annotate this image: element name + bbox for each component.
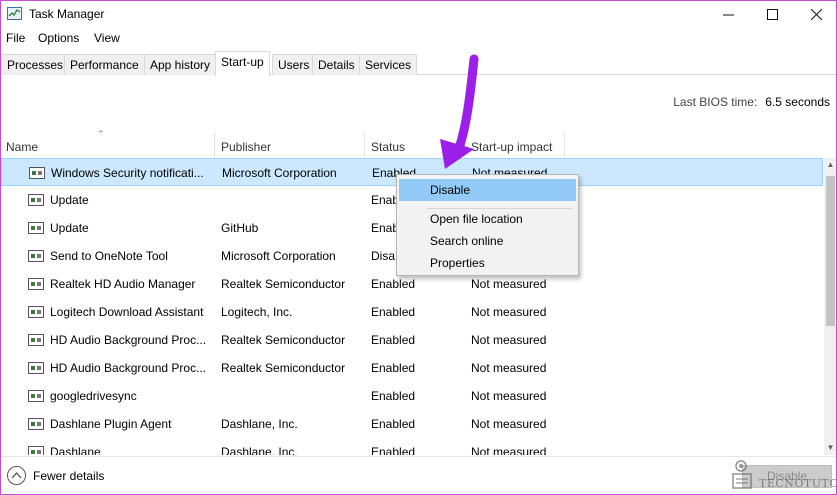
row-name: Update bbox=[50, 193, 89, 207]
bios-time: Last BIOS time: 6.5 seconds bbox=[673, 95, 830, 109]
row-status: Enabled bbox=[371, 361, 416, 375]
task-manager-icon bbox=[7, 7, 22, 20]
context-open-file-location[interactable]: Open file location bbox=[399, 208, 576, 230]
row-publisher: Logitech, Inc. bbox=[221, 305, 293, 319]
table-row[interactable]: Logitech Download Assistant Logitech, In… bbox=[1, 298, 823, 326]
startup-app-icon bbox=[28, 250, 44, 262]
footer-bar: Fewer details Disable bbox=[1, 456, 836, 494]
startup-app-icon bbox=[28, 222, 44, 234]
fewer-details-link[interactable]: Fewer details bbox=[33, 469, 104, 483]
chevron-up-icon[interactable] bbox=[7, 466, 26, 485]
row-publisher: Microsoft Corporation bbox=[221, 249, 336, 263]
row-publisher: Realtek Semiconductor bbox=[221, 333, 346, 347]
startup-app-icon bbox=[28, 362, 44, 374]
table-row[interactable]: HD Audio Background Proc... Realtek Semi… bbox=[1, 354, 823, 382]
row-name: Realtek HD Audio Manager bbox=[50, 277, 196, 291]
tab-app-history[interactable]: App history bbox=[144, 54, 217, 75]
watermark-text: TECNOTUTO bbox=[759, 477, 837, 490]
task-manager-window: Task Manager File Options View Processes… bbox=[0, 0, 837, 495]
startup-app-icon bbox=[28, 418, 44, 430]
startup-app-icon bbox=[28, 446, 44, 455]
title-bar: Task Manager bbox=[1, 1, 836, 27]
context-search-online[interactable]: Search online bbox=[399, 230, 576, 252]
menu-file[interactable]: File bbox=[6, 31, 25, 45]
row-publisher: Microsoft Corporation bbox=[222, 166, 337, 180]
row-name: Send to OneNote Tool bbox=[50, 249, 168, 263]
table-row[interactable]: Dashlane Plugin Agent Dashlane, Inc. Ena… bbox=[1, 410, 823, 438]
tab-performance[interactable]: Performance bbox=[64, 54, 145, 75]
row-name: Dashlane Plugin Agent bbox=[50, 417, 172, 431]
context-menu: Disable Open file location Search online… bbox=[396, 174, 579, 276]
close-icon bbox=[810, 8, 822, 20]
tab-services[interactable]: Services bbox=[359, 54, 418, 75]
row-name: HD Audio Background Proc... bbox=[50, 333, 207, 347]
scroll-down-icon[interactable]: ▼ bbox=[824, 441, 836, 455]
menu-options[interactable]: Options bbox=[38, 31, 79, 45]
minimize-button[interactable] bbox=[706, 1, 750, 27]
startup-app-icon bbox=[28, 334, 44, 346]
row-name: Update bbox=[50, 221, 89, 235]
startup-app-icon bbox=[28, 390, 44, 402]
row-name: Dashlane bbox=[50, 445, 101, 455]
tab-processes[interactable]: Processes bbox=[1, 54, 70, 75]
row-impact: Not measured bbox=[471, 305, 547, 319]
watermark-logo-icon bbox=[732, 460, 752, 489]
row-status: Enabled bbox=[371, 333, 416, 347]
tab-details[interactable]: Details bbox=[312, 54, 361, 75]
row-impact: Not measured bbox=[471, 277, 547, 291]
arrow-annotation bbox=[440, 54, 479, 169]
maximize-button[interactable] bbox=[750, 1, 794, 27]
row-impact: Not measured bbox=[471, 361, 547, 375]
row-status: Enabled bbox=[371, 305, 416, 319]
row-status: Enabled bbox=[371, 417, 416, 431]
row-name: HD Audio Background Proc... bbox=[50, 361, 207, 375]
row-impact: Not measured bbox=[471, 333, 547, 347]
column-header-row: Name Publisher Status Start-up impact bbox=[1, 132, 836, 158]
maximize-icon bbox=[766, 8, 778, 20]
tab-users[interactable]: Users bbox=[272, 54, 316, 75]
scrollbar-thumb[interactable] bbox=[826, 176, 835, 326]
context-disable[interactable]: Disable bbox=[399, 179, 576, 201]
table-row[interactable]: Dashlane Dashlane, Inc. Enabled Not meas… bbox=[1, 438, 823, 455]
scroll-up-icon[interactable]: ▲ bbox=[824, 158, 836, 172]
row-name: Windows Security notificati... bbox=[51, 166, 204, 180]
startup-app-icon bbox=[28, 306, 44, 318]
tab-start-up[interactable]: Start-up bbox=[215, 51, 270, 76]
startup-app-icon bbox=[29, 167, 45, 179]
minimize-icon bbox=[722, 14, 734, 15]
startup-app-icon bbox=[28, 278, 44, 290]
table-row[interactable]: HD Audio Background Proc... Realtek Semi… bbox=[1, 326, 823, 354]
row-status: Enabled bbox=[371, 445, 416, 455]
menu-bar: File Options View bbox=[1, 29, 836, 49]
column-name[interactable]: Name bbox=[1, 132, 215, 158]
watermark: TECNOTUTO bbox=[729, 458, 836, 494]
startup-app-icon bbox=[28, 194, 44, 206]
context-properties[interactable]: Properties bbox=[399, 252, 576, 274]
row-publisher: GitHub bbox=[221, 221, 259, 235]
bios-time-label: Last BIOS time: bbox=[673, 95, 758, 109]
row-impact: Not measured bbox=[471, 445, 547, 455]
close-button[interactable] bbox=[794, 1, 836, 27]
column-publisher[interactable]: Publisher bbox=[215, 132, 365, 158]
window-title: Task Manager bbox=[29, 7, 105, 21]
row-publisher: Dashlane, Inc. bbox=[221, 445, 298, 455]
table-row[interactable]: googledrivesync Enabled Not measured bbox=[1, 382, 823, 410]
bios-time-value: 6.5 seconds bbox=[765, 95, 830, 109]
row-publisher: Dashlane, Inc. bbox=[221, 417, 298, 431]
tab-strip: Processes Performance App history Start-… bbox=[1, 51, 836, 76]
row-name: Logitech Download Assistant bbox=[50, 305, 204, 319]
row-status: Enabled bbox=[371, 277, 416, 291]
row-publisher: Realtek Semiconductor bbox=[221, 277, 346, 291]
vertical-scrollbar[interactable]: ▲ ▼ bbox=[824, 158, 836, 455]
row-impact: Not measured bbox=[471, 389, 547, 403]
row-publisher: Realtek Semiconductor bbox=[221, 361, 346, 375]
row-impact: Not measured bbox=[471, 417, 547, 431]
row-status: Enabled bbox=[371, 389, 416, 403]
row-name: googledrivesync bbox=[50, 389, 137, 403]
menu-view[interactable]: View bbox=[94, 31, 120, 45]
